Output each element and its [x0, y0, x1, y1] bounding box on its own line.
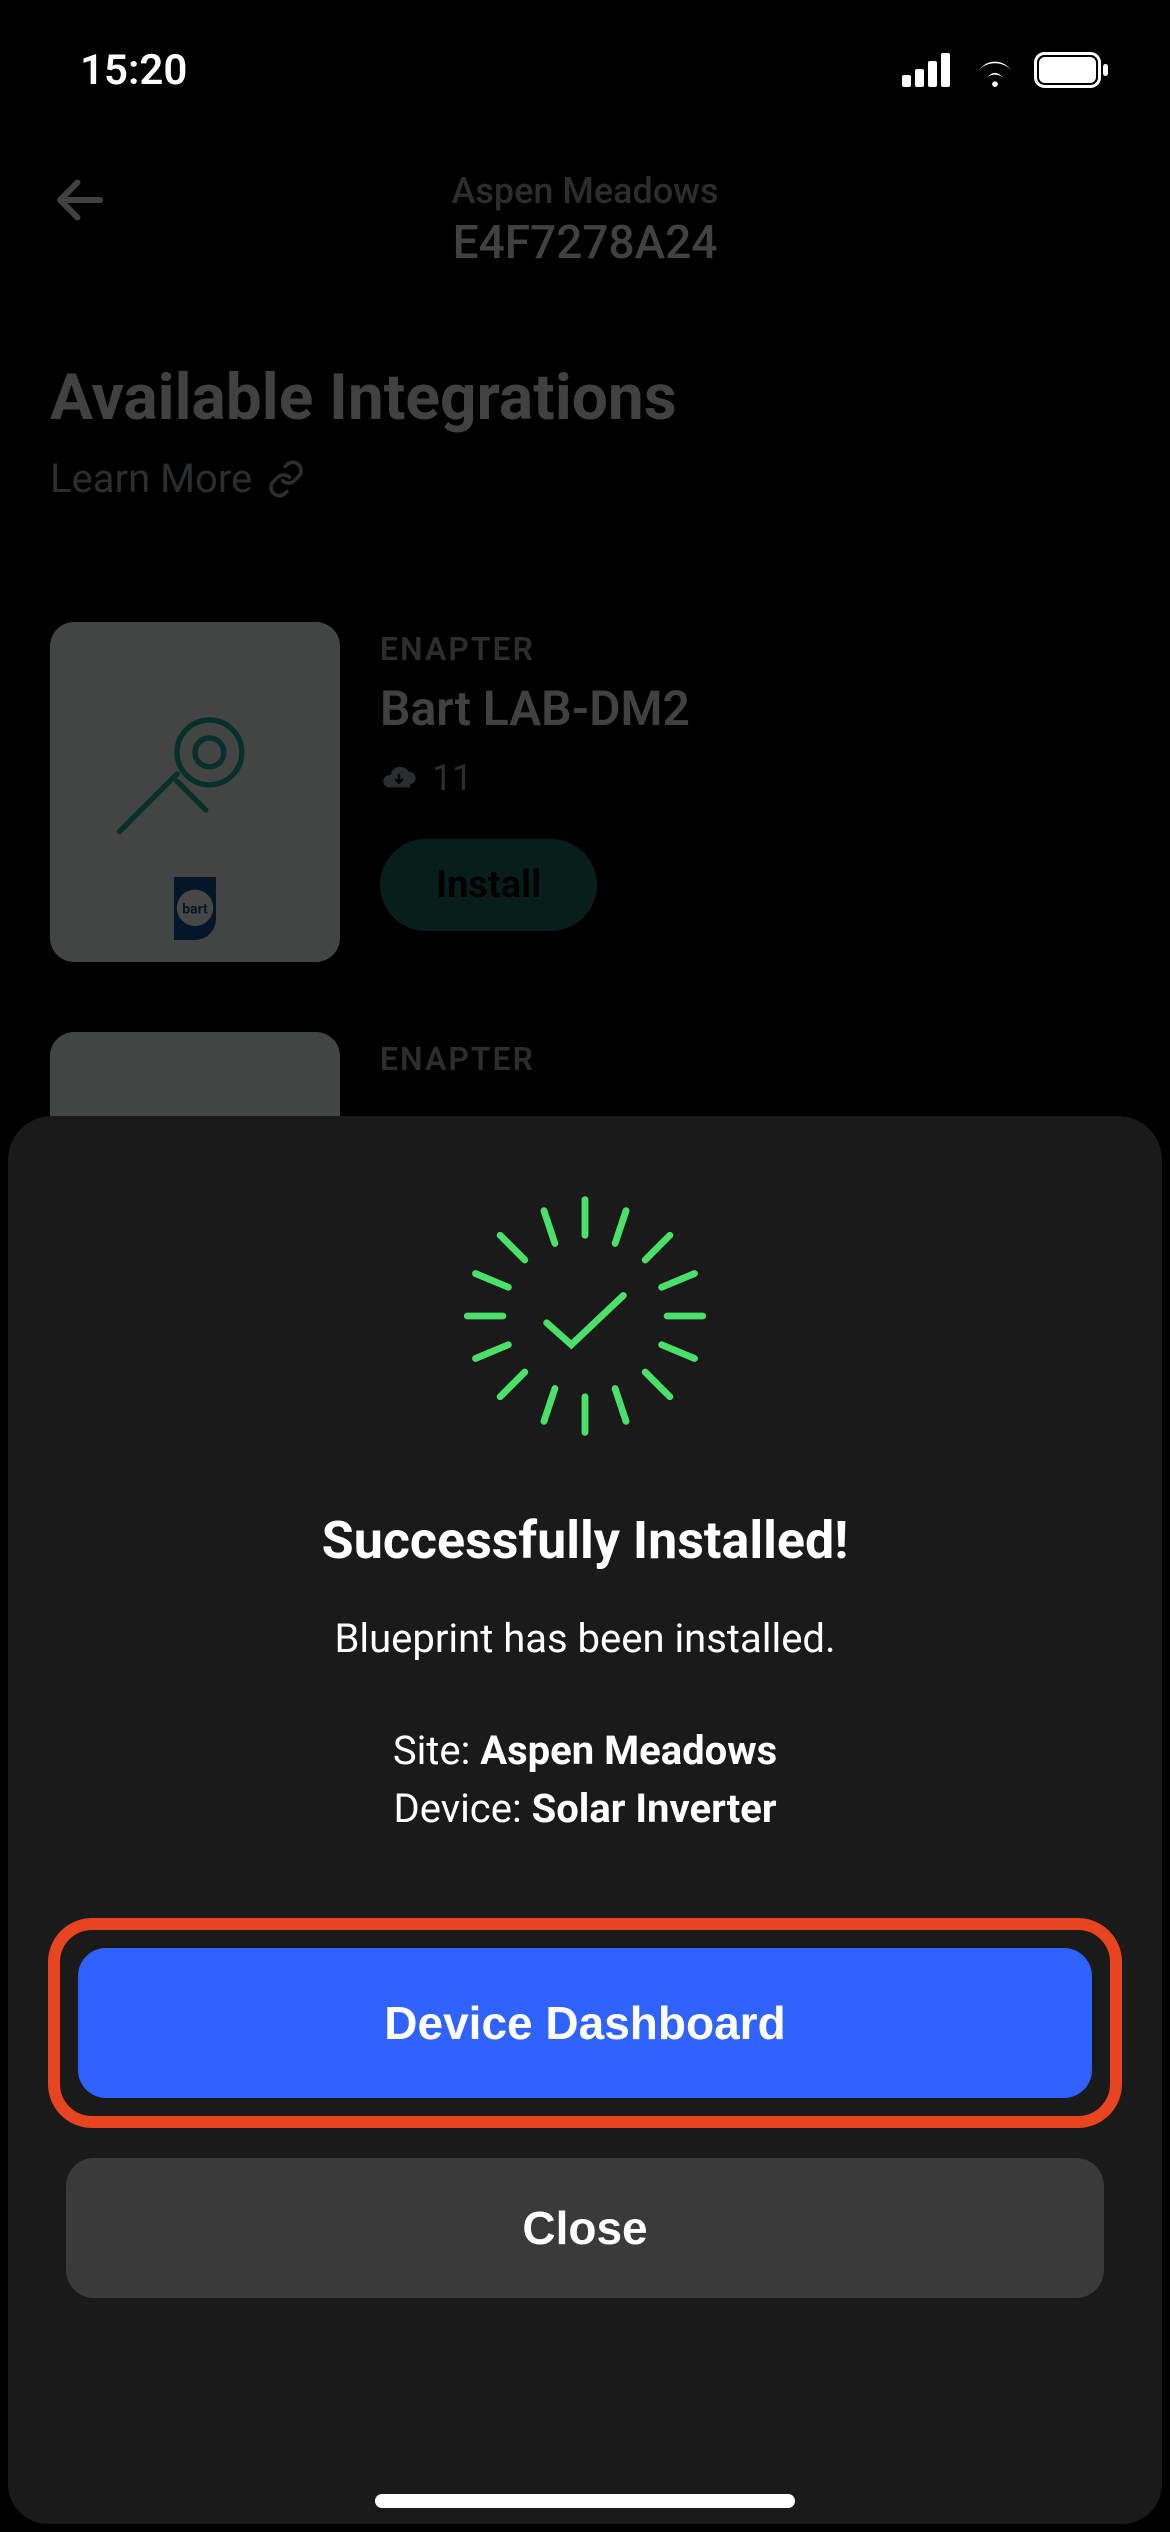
modal-title: Successfully Installed!	[322, 1510, 849, 1571]
site-value: Aspen Meadows	[480, 1727, 777, 1774]
install-button[interactable]: Install	[380, 839, 597, 931]
integration-card[interactable]: bart ENAPTER Bart LAB-DM2 11 Install	[50, 622, 1120, 962]
modal-details: Site: Aspen Meadows Device: Solar Invert…	[393, 1722, 777, 1838]
modal-subtitle: Blueprint has been installed.	[334, 1615, 835, 1662]
home-indicator[interactable]	[375, 2494, 795, 2508]
integration-vendor: ENAPTER	[380, 630, 1120, 668]
header: Aspen Meadows E4F7278A24	[50, 160, 1120, 280]
integration-downloads: 11	[380, 757, 1120, 799]
svg-text:bart: bart	[182, 901, 208, 917]
link-icon	[266, 459, 306, 499]
bart-logo-icon: bart	[160, 870, 230, 940]
header-site-name: Aspen Meadows	[451, 170, 718, 212]
back-button[interactable]	[50, 170, 110, 234]
device-value: Solar Inverter	[532, 1785, 777, 1832]
success-burst-icon	[445, 1186, 725, 1450]
highlight-annotation: Device Dashboard	[48, 1918, 1122, 2128]
integration-title: Bart LAB-DM2	[380, 680, 1120, 737]
learn-more-label: Learn More	[50, 455, 252, 502]
success-modal: Successfully Installed! Blueprint has be…	[8, 1116, 1162, 2524]
back-arrow-icon	[50, 170, 110, 230]
gauge-icon	[105, 702, 285, 882]
integration-vendor: ENAPTER	[380, 1040, 1120, 1078]
install-button-label: Install	[436, 863, 541, 907]
header-device-id: E4F7278A24	[451, 216, 718, 270]
download-count: 11	[432, 757, 472, 799]
device-dashboard-label: Device Dashboard	[384, 1996, 785, 2050]
device-dashboard-button[interactable]: Device Dashboard	[78, 1948, 1092, 2098]
download-cloud-icon	[380, 759, 418, 797]
page-title: Available Integrations	[50, 360, 1120, 435]
close-button-label: Close	[522, 2201, 647, 2255]
site-label: Site:	[393, 1727, 480, 1774]
close-button[interactable]: Close	[66, 2158, 1104, 2298]
device-label: Device:	[393, 1785, 531, 1832]
learn-more-link[interactable]: Learn More	[50, 455, 1120, 502]
integration-thumbnail: bart	[50, 622, 340, 962]
